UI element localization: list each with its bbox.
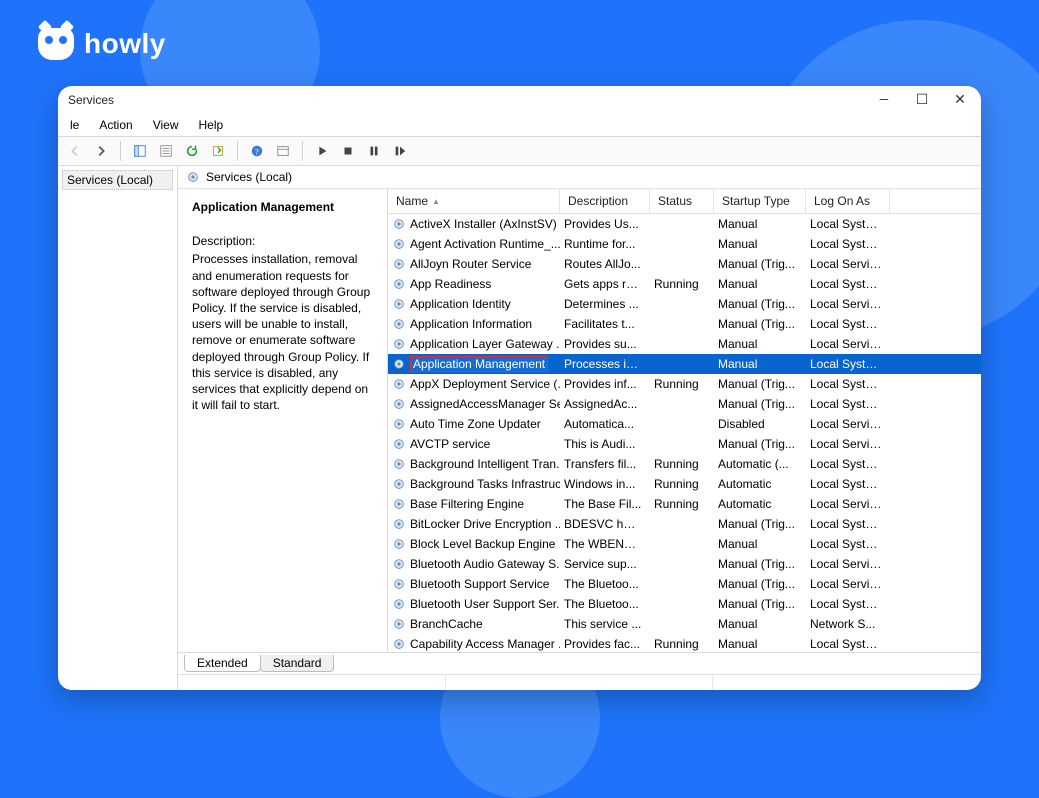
detail-description: Processes installation, removal and enum… xyxy=(192,251,377,413)
gear-icon xyxy=(392,317,406,331)
export-button[interactable] xyxy=(207,140,229,162)
gear-icon xyxy=(392,557,406,571)
toolbar-separator xyxy=(120,141,121,161)
owl-icon xyxy=(38,28,74,60)
gear-icon xyxy=(392,377,406,391)
properties-button[interactable] xyxy=(155,140,177,162)
services-window: Services — ☐ ✕ le Action View Help ? Ser… xyxy=(58,86,981,690)
pane-title: Services (Local) xyxy=(206,170,292,184)
pane-header: Services (Local) xyxy=(178,166,981,189)
gear-icon xyxy=(392,277,406,291)
service-row[interactable]: BitLocker Drive Encryption ...BDESVC hos… xyxy=(388,514,981,534)
tabs-bottom: Extended Standard xyxy=(178,652,981,674)
close-button[interactable]: ✕ xyxy=(953,93,967,107)
menu-help[interactable]: Help xyxy=(191,116,232,134)
toolbar-separator xyxy=(237,141,238,161)
service-row[interactable]: Application Layer Gateway ...Provides su… xyxy=(388,334,981,354)
detail-title: Application Management xyxy=(192,199,377,215)
pause-service-button[interactable] xyxy=(363,140,385,162)
menu-action[interactable]: Action xyxy=(91,116,140,134)
brand-name: howly xyxy=(84,28,166,60)
gear-icon xyxy=(392,437,406,451)
gear-icon xyxy=(392,517,406,531)
col-status-header[interactable]: Status xyxy=(650,189,714,213)
help-button[interactable]: ? xyxy=(246,140,268,162)
service-row[interactable]: App ReadinessGets apps re...RunningManua… xyxy=(388,274,981,294)
service-row[interactable]: Application InformationFacilitates t...M… xyxy=(388,314,981,334)
detail-desc-label: Description: xyxy=(192,233,377,249)
service-row[interactable]: Bluetooth Audio Gateway S...Service sup.… xyxy=(388,554,981,574)
maximize-button[interactable]: ☐ xyxy=(915,93,929,107)
service-row[interactable]: AVCTP serviceThis is Audi...Manual (Trig… xyxy=(388,434,981,454)
forward-button[interactable] xyxy=(90,140,112,162)
service-list: Name▲ Description Status Startup Type Lo… xyxy=(388,189,981,652)
sort-asc-icon: ▲ xyxy=(432,197,440,206)
restart-service-button[interactable] xyxy=(389,140,411,162)
detail-pane: Application Management Description: Proc… xyxy=(178,189,388,652)
tree-root[interactable]: Services (Local) xyxy=(62,170,173,190)
gear-icon xyxy=(392,597,406,611)
service-row[interactable]: AllJoyn Router ServiceRoutes AllJo...Man… xyxy=(388,254,981,274)
service-row[interactable]: Capability Access Manager ...Provides fa… xyxy=(388,634,981,652)
service-row[interactable]: Application ManagementProcesses in...Man… xyxy=(388,354,981,374)
toolbar: ? xyxy=(58,137,981,166)
service-row[interactable]: Base Filtering EngineThe Base Fil...Runn… xyxy=(388,494,981,514)
service-row[interactable]: Background Intelligent Tran...Transfers … xyxy=(388,454,981,474)
howly-logo: howly xyxy=(38,28,166,60)
service-row[interactable]: Auto Time Zone UpdaterAutomatica...Disab… xyxy=(388,414,981,434)
gear-icon xyxy=(392,217,406,231)
service-row[interactable]: Agent Activation Runtime_...Runtime for.… xyxy=(388,234,981,254)
gear-icon xyxy=(392,477,406,491)
toolbar-separator xyxy=(302,141,303,161)
col-name-header[interactable]: Name▲ xyxy=(388,189,560,213)
service-row[interactable]: Bluetooth User Support Ser...The Bluetoo… xyxy=(388,594,981,614)
service-row[interactable]: Block Level Backup Engine ...The WBENG..… xyxy=(388,534,981,554)
service-row[interactable]: Bluetooth Support ServiceThe Bluetoo...M… xyxy=(388,574,981,594)
stop-service-button[interactable] xyxy=(337,140,359,162)
back-button[interactable] xyxy=(64,140,86,162)
service-rows[interactable]: ActiveX Installer (AxInstSV)Provides Us.… xyxy=(388,214,981,652)
menu-file[interactable]: le xyxy=(62,116,87,134)
gear-icon xyxy=(392,297,406,311)
col-desc-header[interactable]: Description xyxy=(560,189,650,213)
tab-extended[interactable]: Extended xyxy=(184,655,261,672)
gear-icon xyxy=(392,257,406,271)
service-row[interactable]: BranchCacheThis service ...ManualNetwork… xyxy=(388,614,981,634)
window-title: Services xyxy=(66,93,877,107)
menubar: le Action View Help xyxy=(58,114,981,137)
titlebar: Services — ☐ ✕ xyxy=(58,86,981,114)
status-strip xyxy=(178,674,981,690)
gear-icon xyxy=(392,577,406,591)
refresh-button[interactable] xyxy=(181,140,203,162)
service-row[interactable]: ActiveX Installer (AxInstSV)Provides Us.… xyxy=(388,214,981,234)
gear-icon xyxy=(392,617,406,631)
svg-text:?: ? xyxy=(255,147,259,157)
service-row[interactable]: Application IdentityDetermines ...Manual… xyxy=(388,294,981,314)
column-headers: Name▲ Description Status Startup Type Lo… xyxy=(388,189,981,214)
view-button[interactable] xyxy=(272,140,294,162)
tab-standard[interactable]: Standard xyxy=(260,655,335,672)
tree-pane: Services (Local) xyxy=(58,166,178,690)
gear-icon xyxy=(392,237,406,251)
menu-view[interactable]: View xyxy=(145,116,187,134)
gear-icon xyxy=(392,537,406,551)
service-row[interactable]: AppX Deployment Service (...Provides inf… xyxy=(388,374,981,394)
gear-icon xyxy=(392,497,406,511)
gear-icon xyxy=(392,337,406,351)
gear-icon xyxy=(392,417,406,431)
start-service-button[interactable] xyxy=(311,140,333,162)
gear-icon xyxy=(392,357,406,371)
minimize-button[interactable]: — xyxy=(877,93,891,107)
gear-icon xyxy=(392,397,406,411)
gear-icon xyxy=(392,457,406,471)
service-row[interactable]: Background Tasks Infrastruc...Windows in… xyxy=(388,474,981,494)
service-row[interactable]: AssignedAccessManager Se...AssignedAc...… xyxy=(388,394,981,414)
col-startup-header[interactable]: Startup Type xyxy=(714,189,806,213)
col-logon-header[interactable]: Log On As xyxy=(806,189,890,213)
gear-icon xyxy=(186,170,200,184)
gear-icon xyxy=(392,637,406,651)
show-hide-tree-button[interactable] xyxy=(129,140,151,162)
